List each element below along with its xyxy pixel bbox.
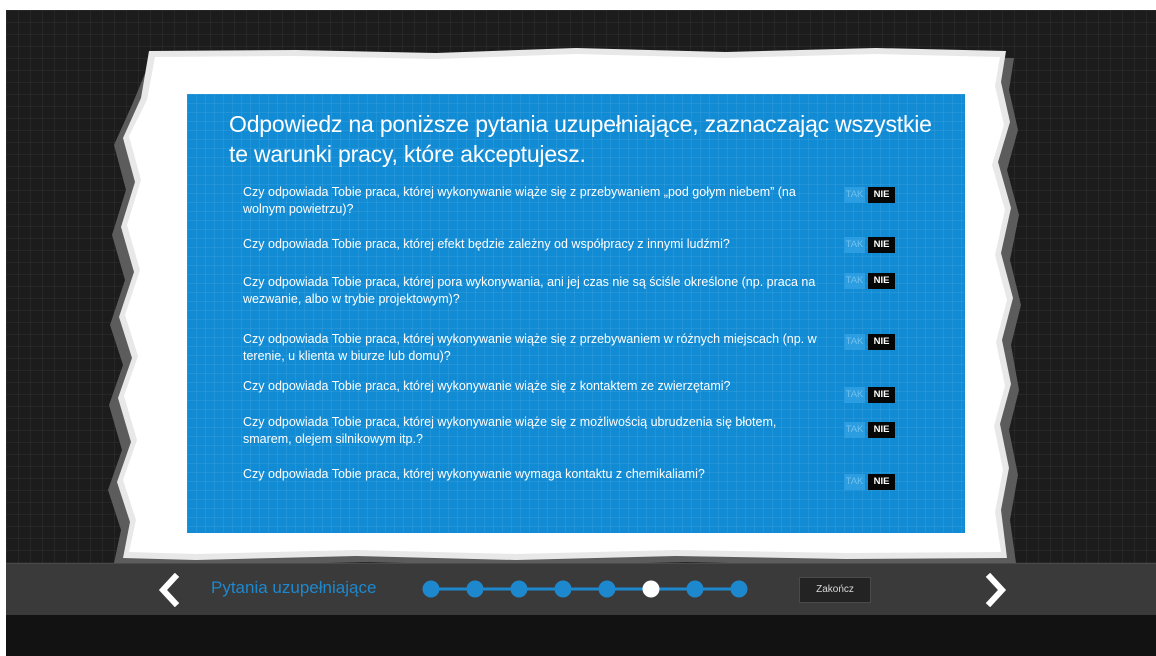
question-5-no-button[interactable]: NIE <box>868 387 895 403</box>
question-text-7: Czy odpowiada Tobie praca, której wykony… <box>243 467 705 481</box>
progress-step-5 <box>598 580 616 598</box>
question-4-yes-button[interactable]: TAK <box>844 334 865 350</box>
progress-step-7 <box>686 580 704 598</box>
app-stage: Odpowiedz na poniższe pytania uzupełniaj… <box>6 10 1156 656</box>
progress-step-1 <box>422 580 440 598</box>
page-title: Odpowiedz na poniższe pytania uzupełniaj… <box>229 111 932 167</box>
question-6-no-button[interactable]: NIE <box>868 422 895 438</box>
progress-step-3 <box>510 580 528 598</box>
section-label: Pytania uzupełniające <box>211 578 377 597</box>
question-4-no-button[interactable]: NIE <box>868 334 895 350</box>
question-7-yes-button[interactable]: TAK <box>844 474 865 490</box>
question-text-4: Czy odpowiada Tobie praca, której wykony… <box>243 332 817 363</box>
bottom-navigation-bar: Pytania uzupełniające Zakończ <box>6 563 1156 615</box>
question-5-yes-button[interactable]: TAK <box>844 387 865 403</box>
question-text-2: Czy odpowiada Tobie praca, której efekt … <box>243 237 730 251</box>
question-1-no-button[interactable]: NIE <box>868 187 895 203</box>
question-text-1: Czy odpowiada Tobie praca, której wykony… <box>243 185 796 216</box>
question-2-no-button[interactable]: NIE <box>868 237 895 253</box>
progress-step-2 <box>466 580 484 598</box>
questions-panel: Odpowiedz na poniższe pytania uzupełniaj… <box>187 94 965 533</box>
bottom-strip <box>6 615 1156 656</box>
finish-button[interactable]: Zakończ <box>799 577 871 603</box>
chevron-right-icon[interactable] <box>981 573 1011 607</box>
question-text-3: Czy odpowiada Tobie praca, której pora w… <box>243 275 816 306</box>
question-6-yes-button[interactable]: TAK <box>844 422 865 438</box>
question-text-6: Czy odpowiada Tobie praca, której wykony… <box>243 415 777 446</box>
question-2-yes-button[interactable]: TAK <box>844 237 865 253</box>
chevron-left-icon[interactable] <box>154 573 184 607</box>
question-3-no-button[interactable]: NIE <box>868 273 895 289</box>
progress-indicator <box>422 580 748 598</box>
question-7-no-button[interactable]: NIE <box>868 474 895 490</box>
progress-step-6 <box>642 580 660 598</box>
question-text-5: Czy odpowiada Tobie praca, której wykony… <box>243 379 731 393</box>
question-3-yes-button[interactable]: TAK <box>844 273 865 289</box>
question-1-yes-button[interactable]: TAK <box>844 187 865 203</box>
progress-step-4 <box>554 580 572 598</box>
progress-step-8 <box>730 580 748 598</box>
